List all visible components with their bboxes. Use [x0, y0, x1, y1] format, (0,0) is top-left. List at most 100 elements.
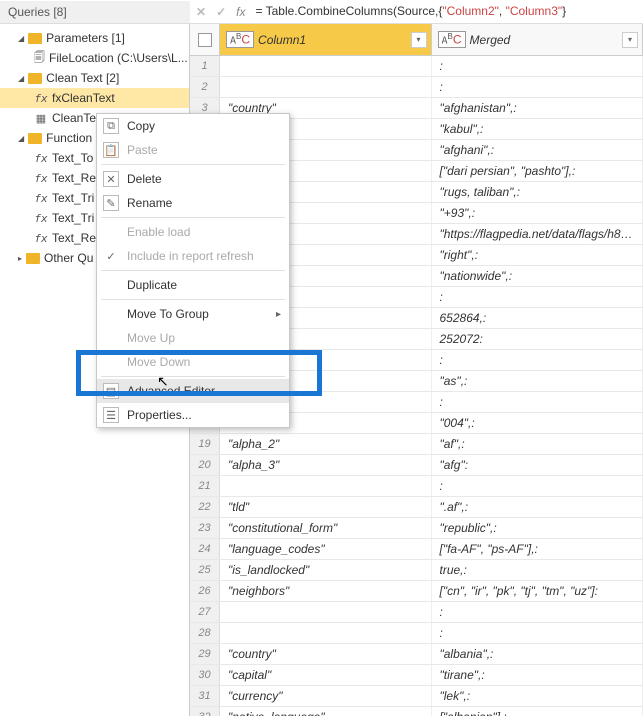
cell-column1[interactable]: "alpha_2" [220, 434, 432, 454]
cell-merged[interactable]: "afghani",: [432, 140, 643, 160]
cell-column1[interactable] [220, 476, 432, 496]
row-number[interactable]: 1 [190, 56, 220, 76]
row-number[interactable]: 2 [190, 77, 220, 97]
cell-merged[interactable]: : [432, 287, 643, 307]
row-number[interactable]: 21 [190, 476, 220, 496]
row-number[interactable]: 20 [190, 455, 220, 475]
column-filter-button[interactable]: ▾ [411, 32, 427, 48]
cell-column1[interactable]: "tld" [220, 497, 432, 517]
table-row[interactable]: 29 "country" "albania",: [190, 644, 643, 665]
cell-merged[interactable]: "tirane",: [432, 665, 643, 685]
cell-column1[interactable] [220, 623, 432, 643]
cell-merged[interactable]: "+93",: [432, 203, 643, 223]
row-number[interactable]: 19 [190, 434, 220, 454]
cell-merged[interactable]: : [432, 623, 643, 643]
cell-column1[interactable] [220, 602, 432, 622]
cell-merged[interactable]: "afghanistan",: [432, 98, 643, 118]
row-number[interactable]: 23 [190, 518, 220, 538]
tree-item[interactable]: 🗐FileLocation (C:\Users\L... [0, 48, 189, 68]
table-row[interactable]: 21 : [190, 476, 643, 497]
row-number[interactable]: 27 [190, 602, 220, 622]
column-header-merged[interactable]: ABC Merged ▾ [432, 24, 643, 55]
cell-merged[interactable]: 252072: [432, 329, 643, 349]
row-number[interactable]: 30 [190, 665, 220, 685]
cell-merged[interactable]: "lek",: [432, 686, 643, 706]
cell-merged[interactable]: "nationwide",: [432, 266, 643, 286]
menu-item-copy[interactable]: ⧉Copy [97, 114, 289, 138]
cell-column1[interactable]: "is_landlocked" [220, 560, 432, 580]
cell-merged[interactable]: "as",: [432, 371, 643, 391]
cell-column1[interactable]: "capital" [220, 665, 432, 685]
cell-merged[interactable]: "albania",: [432, 644, 643, 664]
cell-column1[interactable] [220, 56, 432, 76]
row-number[interactable]: 31 [190, 686, 220, 706]
cell-column1[interactable]: "constitutional_form" [220, 518, 432, 538]
cell-merged[interactable]: 652864,: [432, 308, 643, 328]
table-row[interactable]: 26 "neighbors" ["cn", "ir", "pk", "tj", … [190, 581, 643, 602]
cell-merged[interactable]: ["fa-AF", "ps-AF"],: [432, 539, 643, 559]
cell-merged[interactable]: "republic",: [432, 518, 643, 538]
row-number[interactable]: 22 [190, 497, 220, 517]
cell-merged[interactable]: ["cn", "ir", "pk", "tj", "tm", "uz"]: [432, 581, 643, 601]
menu-item-properties[interactable]: ☰Properties... [97, 403, 289, 427]
cell-merged[interactable]: : [432, 392, 643, 412]
table-row[interactable]: 19 "alpha_2" "af",: [190, 434, 643, 455]
cell-column1[interactable]: "currency" [220, 686, 432, 706]
table-row[interactable]: 1 : [190, 56, 643, 77]
fx-icon[interactable]: fx [236, 5, 245, 19]
cell-merged[interactable]: true,: [432, 560, 643, 580]
commit-formula-icon[interactable]: ✓ [216, 5, 226, 19]
table-row[interactable]: 30 "capital" "tirane",: [190, 665, 643, 686]
cell-merged[interactable]: : [432, 350, 643, 370]
cell-column1[interactable]: "language_codes" [220, 539, 432, 559]
cell-column1[interactable]: "country" [220, 644, 432, 664]
formula-text[interactable]: = Table.CombineColumns(Source,{"Column2"… [255, 4, 566, 19]
menu-item-delete[interactable]: ✕Delete [97, 167, 289, 191]
menu-item-rename[interactable]: ✎Rename [97, 191, 289, 215]
table-row[interactable]: 32 "native_language" ["albanian"],: [190, 707, 643, 716]
cell-merged[interactable]: : [432, 476, 643, 496]
cell-merged[interactable]: ["dari persian", "pashto"],: [432, 161, 643, 181]
cell-column1[interactable] [220, 77, 432, 97]
cell-merged[interactable]: "https://flagpedia.net/data/flags/h80/af… [432, 224, 643, 244]
tree-item[interactable]: fxfxCleanText [0, 88, 189, 108]
table-row[interactable]: 24 "language_codes" ["fa-AF", "ps-AF"],: [190, 539, 643, 560]
table-row[interactable]: 22 "tld" ".af",: [190, 497, 643, 518]
table-row[interactable]: 27 : [190, 602, 643, 623]
cell-merged[interactable]: "right",: [432, 245, 643, 265]
table-corner[interactable] [190, 24, 220, 55]
menu-item-move-to-group[interactable]: Move To Group▸ [97, 302, 289, 326]
cell-merged[interactable]: ["albanian"],: [432, 707, 643, 716]
cell-merged[interactable]: : [432, 77, 643, 97]
tree-group[interactable]: ◢Clean Text [2] [0, 68, 189, 88]
cell-merged[interactable]: "kabul",: [432, 119, 643, 139]
cancel-formula-icon[interactable]: ✕ [196, 5, 206, 19]
cell-merged[interactable]: "afg": [432, 455, 643, 475]
table-row[interactable]: 25 "is_landlocked" true,: [190, 560, 643, 581]
table-row[interactable]: 31 "currency" "lek",: [190, 686, 643, 707]
cell-column1[interactable]: "neighbors" [220, 581, 432, 601]
row-number[interactable]: 28 [190, 623, 220, 643]
cell-column1[interactable]: "alpha_3" [220, 455, 432, 475]
menu-item-duplicate[interactable]: Duplicate [97, 273, 289, 297]
formula-bar[interactable]: ✕ ✓ fx = Table.CombineColumns(Source,{"C… [190, 4, 643, 19]
menu-item-advanced-editor[interactable]: ▤Advanced Editor [97, 379, 289, 403]
column-header-column1[interactable]: ABC Column1 ▾ [220, 24, 432, 55]
cell-merged[interactable]: "af",: [432, 434, 643, 454]
cell-column1[interactable]: "native_language" [220, 707, 432, 716]
cell-merged[interactable]: : [432, 56, 643, 76]
row-number[interactable]: 24 [190, 539, 220, 559]
table-row[interactable]: 2 : [190, 77, 643, 98]
column-filter-button[interactable]: ▾ [622, 32, 638, 48]
tree-group[interactable]: ◢Parameters [1] [0, 28, 189, 48]
table-row[interactable]: 20 "alpha_3" "afg": [190, 455, 643, 476]
cell-merged[interactable]: "rugs, taliban",: [432, 182, 643, 202]
row-number[interactable]: 32 [190, 707, 220, 716]
context-menu[interactable]: ⧉Copy📋Paste✕Delete✎RenameEnable load✓Inc… [96, 113, 290, 428]
row-number[interactable]: 29 [190, 644, 220, 664]
row-number[interactable]: 26 [190, 581, 220, 601]
cell-merged[interactable]: ".af",: [432, 497, 643, 517]
table-row[interactable]: 23 "constitutional_form" "republic",: [190, 518, 643, 539]
cell-merged[interactable]: : [432, 602, 643, 622]
row-number[interactable]: 25 [190, 560, 220, 580]
